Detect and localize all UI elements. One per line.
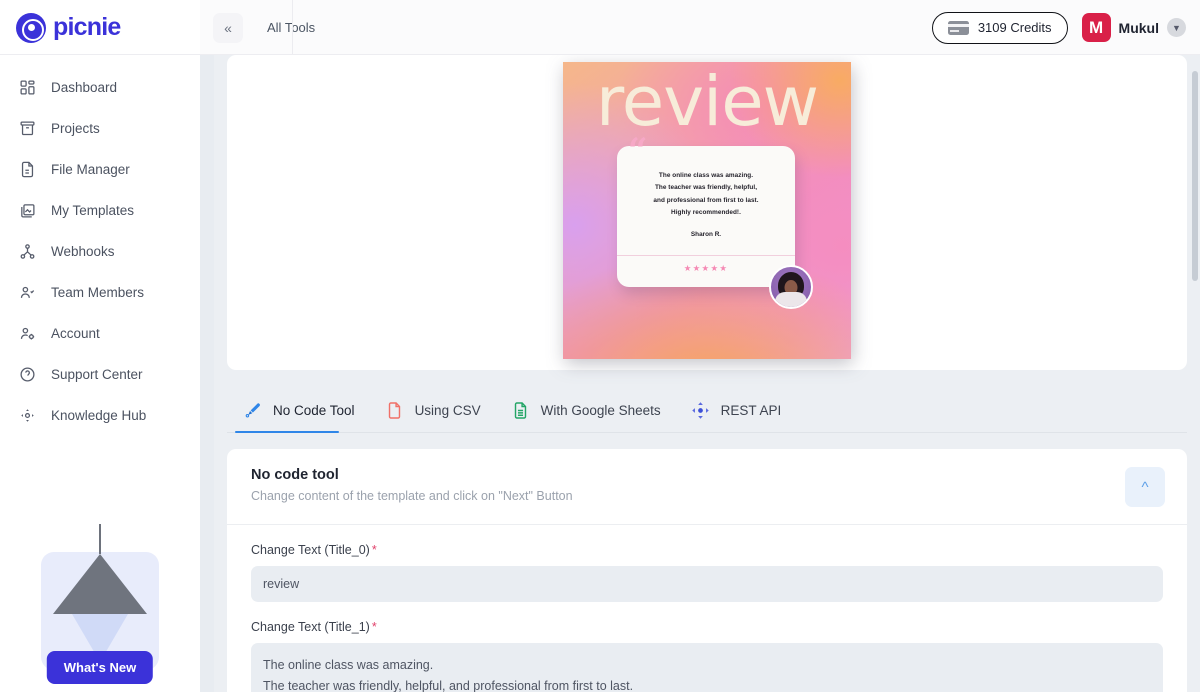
- sidebar-item-my-templates[interactable]: My Templates: [0, 190, 200, 231]
- title-1-textarea[interactable]: The online class was amazing. The teache…: [251, 643, 1163, 692]
- top-bar: picnie « All Tools 3109 Credits M Mukul …: [0, 0, 1200, 55]
- form-subtitle: Change content of the template and click…: [251, 489, 573, 503]
- account-user-gear-icon: [18, 324, 37, 343]
- user-name: Mukul: [1118, 19, 1159, 36]
- chevron-down-icon[interactable]: ▼: [1167, 18, 1186, 37]
- sidebar-item-label: Account: [51, 326, 100, 341]
- sidebar-item-label: Webhooks: [51, 244, 115, 259]
- poster-title: review: [595, 62, 819, 142]
- vertical-scrollbar[interactable]: [1190, 55, 1198, 692]
- main-content: review “ The online class was amazing. T…: [214, 55, 1200, 692]
- chevron-double-left-icon: «: [224, 19, 232, 36]
- title-0-input[interactable]: review: [251, 566, 1163, 602]
- sidebar-item-support-center[interactable]: Support Center: [0, 354, 200, 395]
- brand-logo[interactable]: picnie: [0, 0, 200, 55]
- testimonial-line: The teacher was friendly, helpful,: [654, 184, 758, 192]
- pen-brush-icon: [243, 400, 263, 420]
- sidebar-item-webhooks[interactable]: Webhooks: [0, 231, 200, 272]
- sidebar-item-label: Support Center: [51, 367, 143, 382]
- pendant-lamp-icon: [99, 524, 101, 554]
- testimonial-line: Highly recommended!.: [671, 209, 741, 217]
- form-title: No code tool: [251, 467, 339, 483]
- sidebar-main-gap: [200, 55, 214, 692]
- csv-file-icon: [385, 400, 405, 420]
- form-header: No code tool Change content of the templ…: [227, 449, 1187, 525]
- credits-badge[interactable]: 3109 Credits: [931, 11, 1068, 44]
- topbar-underline: [0, 54, 1200, 55]
- google-sheets-icon: [511, 400, 531, 420]
- form-collapse-button[interactable]: ^: [1125, 467, 1165, 507]
- rest-api-arrows-icon: [691, 400, 711, 420]
- team-members-icon: [18, 283, 37, 302]
- topbar-divider: [292, 0, 293, 55]
- tab-label: With Google Sheets: [540, 402, 661, 418]
- tab-label: Using CSV: [414, 402, 481, 418]
- picnie-logo-icon: [16, 12, 46, 43]
- body-wrapper: Dashboard Projects File Manager My Templ…: [0, 55, 1200, 692]
- brand-name: picnie: [53, 13, 121, 41]
- sidebar-item-team-members[interactable]: Team Members: [0, 272, 200, 313]
- tab-label: REST API: [720, 402, 782, 418]
- sidebar-item-projects[interactable]: Projects: [0, 108, 200, 149]
- template-preview-card: review “ The online class was amazing. T…: [227, 55, 1187, 370]
- sidebar-item-label: My Templates: [51, 203, 135, 218]
- dashboard-grid-icon: [18, 78, 37, 97]
- textarea-line: The teacher was friendly, helpful, and p…: [263, 678, 634, 692]
- app-root: picnie « All Tools 3109 Credits M Mukul …: [0, 0, 1200, 692]
- sidebar-item-label: File Manager: [51, 162, 130, 177]
- poster-preview[interactable]: review “ The online class was amazing. T…: [563, 62, 851, 359]
- whats-new-illustration: What's New: [41, 524, 159, 684]
- tab-rest-api[interactable]: REST API: [683, 400, 804, 432]
- sidebar-item-file-manager[interactable]: File Manager: [0, 149, 200, 190]
- tab-with-google-sheets[interactable]: With Google Sheets: [503, 400, 683, 432]
- sidebar-item-label: Projects: [51, 121, 100, 136]
- tab-no-code-tool[interactable]: No Code Tool: [235, 400, 377, 433]
- chevron-up-icon: ^: [1141, 478, 1149, 496]
- sidebar-item-dashboard[interactable]: Dashboard: [0, 67, 200, 108]
- credit-card-icon: [947, 20, 969, 35]
- field-title-0: Change Text (Title_0) * review: [227, 525, 1187, 602]
- scroll-container: review “ The online class was amazing. T…: [227, 55, 1187, 692]
- sidebar-item-label: Knowledge Hub: [51, 408, 147, 423]
- whats-new-widget: What's New: [0, 524, 200, 692]
- knowledge-hub-icon: [18, 406, 37, 425]
- required-marker: *: [371, 620, 377, 634]
- scrollbar-thumb[interactable]: [1192, 71, 1198, 281]
- sidebar-item-label: Team Members: [51, 285, 145, 300]
- field-label: Change Text (Title_1) *: [251, 620, 377, 634]
- no-code-tool-form: No code tool Change content of the templ…: [227, 449, 1187, 692]
- sidebar-item-label: Dashboard: [51, 80, 118, 95]
- textarea-line: The online class was amazing.: [263, 658, 434, 672]
- templates-image-icon: [18, 201, 37, 220]
- field-label: Change Text (Title_0) *: [251, 543, 377, 557]
- tab-bar: No Code Tool Using CSV With Google Sheet…: [227, 386, 1187, 433]
- sidebar-item-account[interactable]: Account: [0, 313, 200, 354]
- tab-using-csv[interactable]: Using CSV: [377, 400, 503, 432]
- webhooks-node-icon: [18, 242, 37, 261]
- user-menu[interactable]: M Mukul ▼: [1081, 13, 1186, 42]
- topbar-right-group: 3109 Credits M Mukul ▼: [931, 11, 1200, 44]
- testimonial-line: The online class was amazing.: [658, 172, 754, 179]
- avatar: M: [1081, 13, 1111, 42]
- testimonial-card: “ The online class was amazing. The teac…: [617, 134, 813, 309]
- file-document-icon: [18, 160, 37, 179]
- credits-label: 3109 Credits: [977, 20, 1052, 35]
- required-marker: *: [371, 543, 377, 557]
- field-title-1: Change Text (Title_1) * The online class …: [227, 602, 1187, 692]
- star-rating: ★★★★★: [683, 262, 729, 273]
- sidebar-collapse-button[interactable]: «: [213, 12, 243, 43]
- sidebar: Dashboard Projects File Manager My Templ…: [0, 55, 200, 692]
- quote-mark-icon: “: [628, 131, 648, 171]
- testimonial-author: Sharon R.: [690, 230, 722, 238]
- tab-label: No Code Tool: [273, 402, 355, 418]
- testimonial-line: and professional from first to last.: [653, 196, 759, 204]
- question-circle-icon: [18, 365, 37, 384]
- sidebar-item-knowledge-hub[interactable]: Knowledge Hub: [0, 395, 200, 436]
- person-avatar-icon: [769, 264, 813, 309]
- projects-box-icon: [18, 119, 37, 138]
- whats-new-button[interactable]: What's New: [46, 651, 154, 684]
